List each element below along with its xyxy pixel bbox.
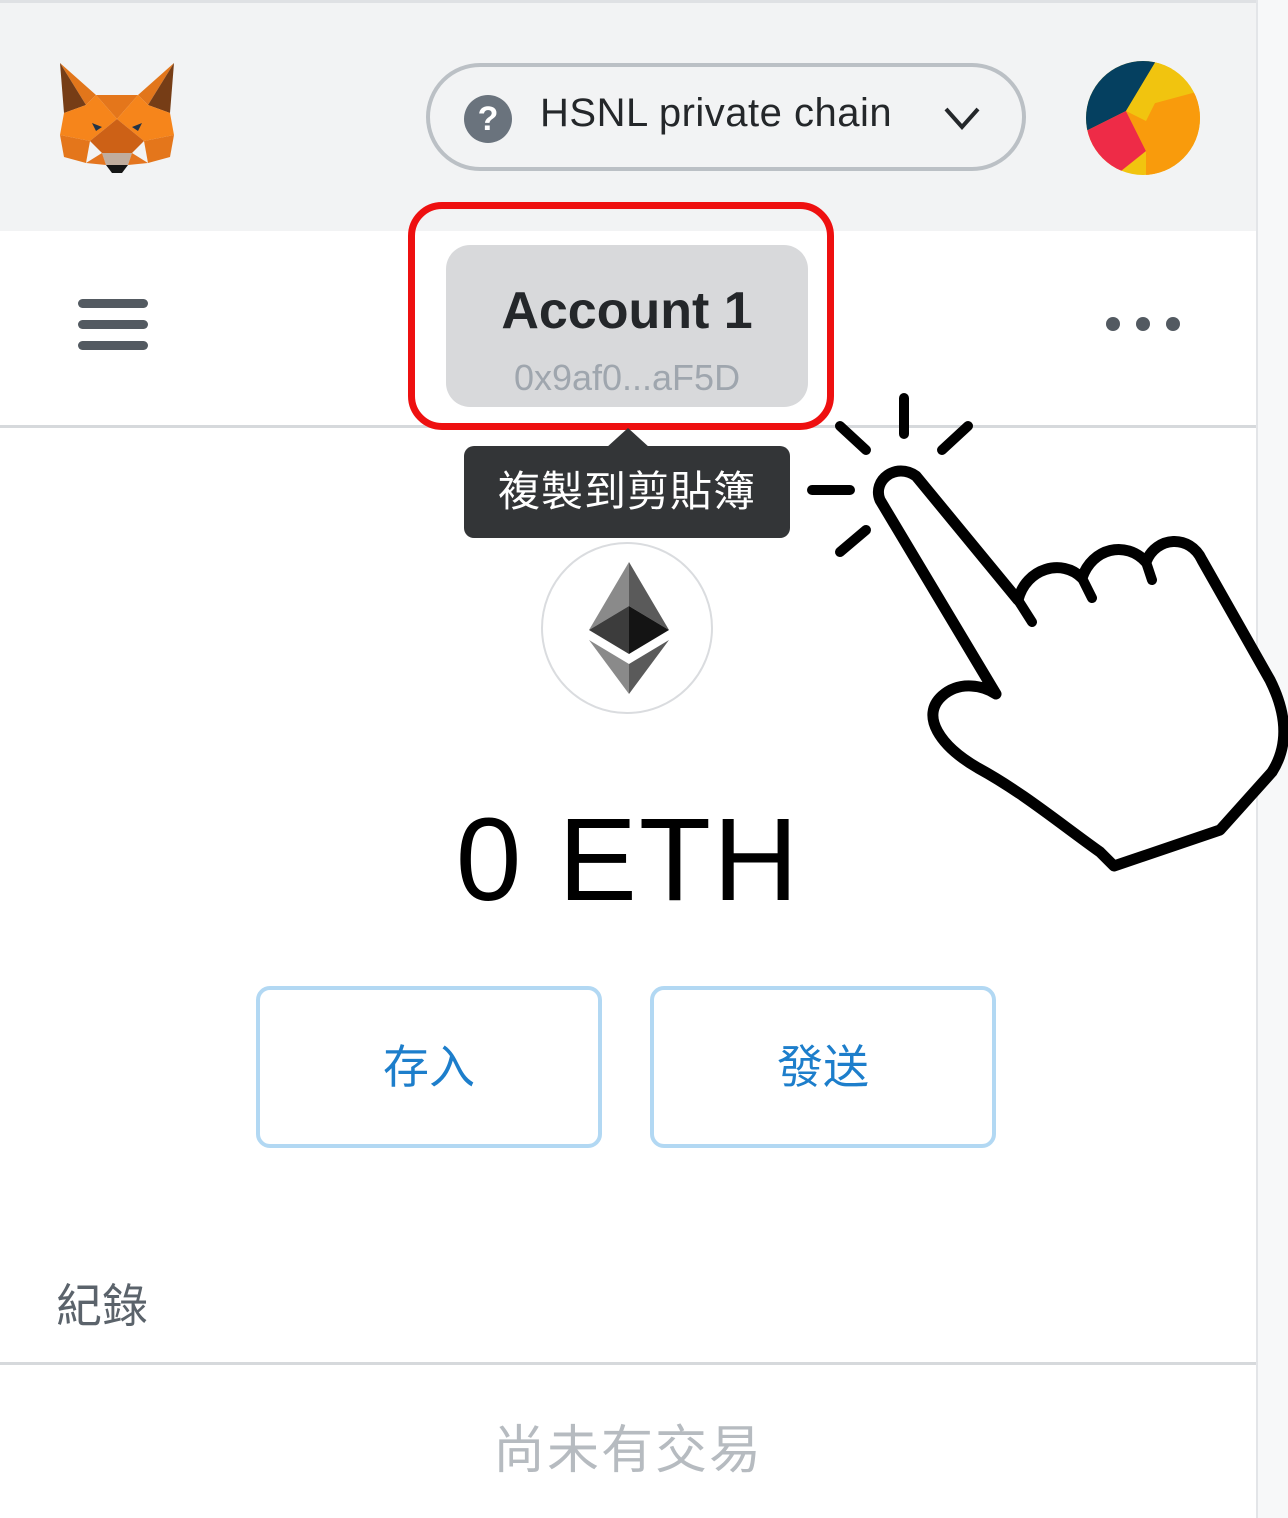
tooltip-arrow <box>606 428 650 448</box>
empty-history-text: 尚未有交易 <box>492 1422 763 1480</box>
highlight-box <box>408 202 834 430</box>
identicon-avatar[interactable] <box>1086 61 1200 175</box>
chevron-down-icon <box>944 107 980 131</box>
history-title: 紀錄 <box>56 1280 148 1332</box>
ethereum-icon <box>589 562 669 694</box>
pointing-hand-icon <box>807 393 1288 872</box>
metamask-fox-logo <box>60 63 174 173</box>
question-icon: ? <box>464 95 512 143</box>
token-icon-circle <box>541 542 713 714</box>
network-selector[interactable]: ? HSNL private chain <box>426 63 1026 171</box>
send-button[interactable]: 發送 <box>650 986 996 1148</box>
deposit-button[interactable]: 存入 <box>256 986 602 1148</box>
app-header: ? HSNL private chain <box>0 3 1256 231</box>
more-options-icon[interactable] <box>1104 317 1184 333</box>
hamburger-icon[interactable] <box>78 299 148 351</box>
history-divider <box>0 1362 1256 1365</box>
network-name: HSNL private chain <box>540 91 893 135</box>
copy-tooltip: 複製到剪貼簿 <box>464 446 790 538</box>
